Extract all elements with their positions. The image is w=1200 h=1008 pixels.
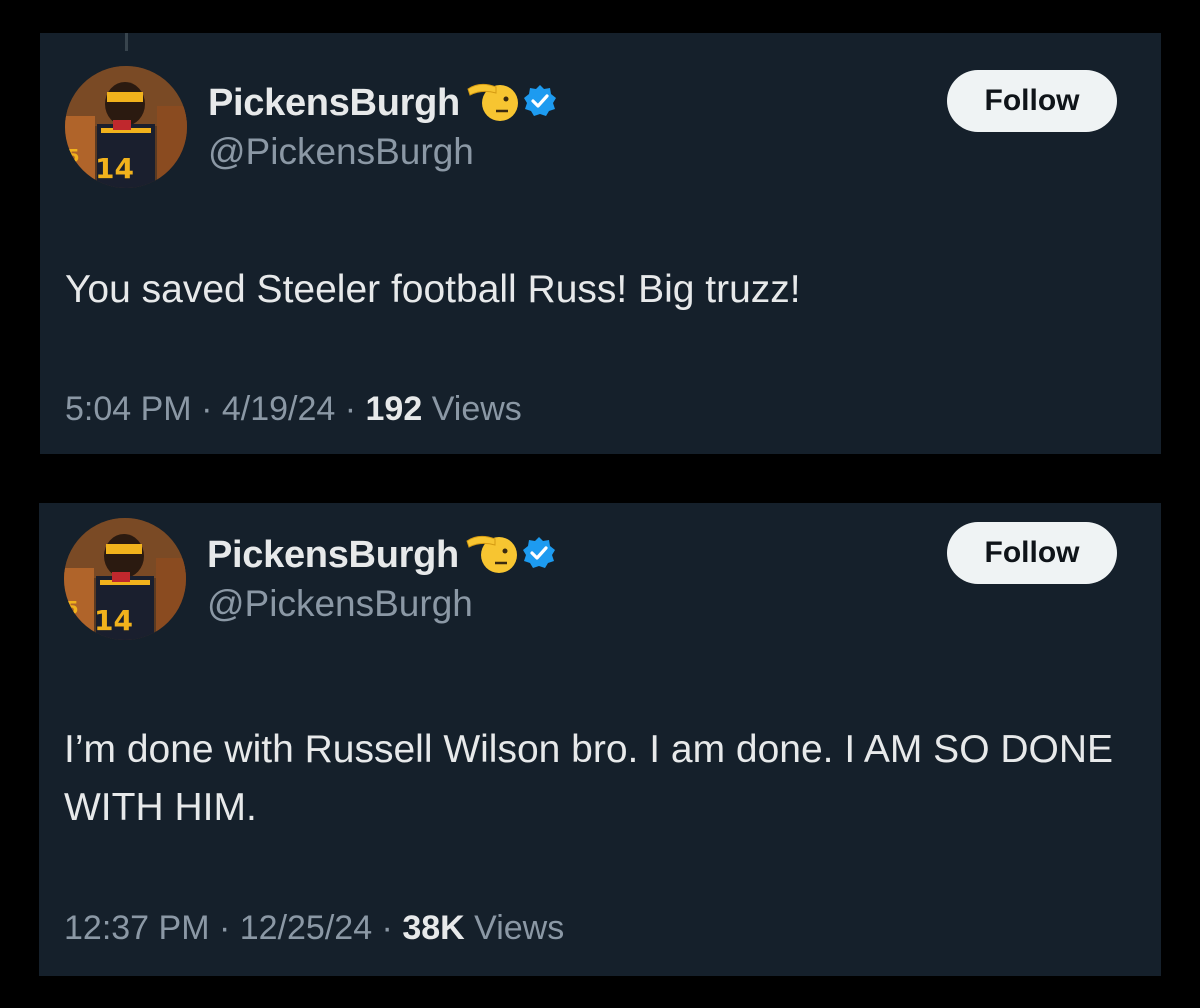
name-row: PickensBurgh — [207, 530, 557, 580]
tweet-text: I’m done with Russell Wilson bro. I am d… — [64, 728, 1114, 829]
meta-separator: · — [335, 390, 366, 428]
name-row: PickensBurgh — [208, 78, 558, 128]
meta-separator: · — [191, 390, 222, 428]
tweet-meta: 5:04 PM · 4/19/24 · 192 Views — [65, 390, 522, 429]
handle[interactable]: @PickensBurgh — [207, 583, 473, 625]
views-label: Views — [464, 909, 565, 947]
meta-separator: · — [209, 909, 240, 947]
avatar[interactable]: 14 5 — [65, 66, 187, 188]
meta-separator: · — [372, 909, 403, 947]
display-name[interactable]: PickensBurgh — [207, 534, 459, 577]
tweet-date[interactable]: 12/25/24 — [240, 909, 372, 948]
verified-badge-icon[interactable] — [521, 535, 557, 576]
svg-text:5: 5 — [67, 146, 80, 167]
follow-button[interactable]: Follow — [947, 522, 1117, 584]
tweet-date[interactable]: 4/19/24 — [222, 390, 335, 429]
views-count[interactable]: 192 — [366, 390, 423, 429]
verified-badge-icon[interactable] — [522, 83, 558, 124]
tweet-card[interactable]: 14 5 PickensBurgh @PickensBurgh Follow I… — [39, 503, 1161, 976]
tweet-time[interactable]: 5:04 PM — [65, 390, 192, 429]
svg-text:5: 5 — [66, 598, 79, 619]
svg-text:14: 14 — [94, 604, 133, 637]
avatar[interactable]: 14 5 — [64, 518, 186, 640]
views-label: Views — [422, 390, 522, 428]
svg-text:14: 14 — [95, 152, 134, 185]
handle[interactable]: @PickensBurgh — [208, 131, 474, 173]
views-count[interactable]: 38K — [402, 909, 464, 948]
tweet-time[interactable]: 12:37 PM — [64, 909, 210, 948]
tweet-meta: 12:37 PM · 12/25/24 · 38K Views — [64, 909, 564, 948]
tweet-text: You saved Steeler football Russ! Big tru… — [65, 268, 801, 311]
tweet-card[interactable]: 14 5 PickensBurgh @PickensBurgh Follow Y… — [40, 33, 1161, 454]
saluting-face-icon — [465, 531, 517, 580]
thread-line — [125, 33, 128, 51]
display-name[interactable]: PickensBurgh — [208, 82, 460, 125]
saluting-face-icon — [466, 79, 518, 128]
follow-button[interactable]: Follow — [947, 70, 1117, 132]
